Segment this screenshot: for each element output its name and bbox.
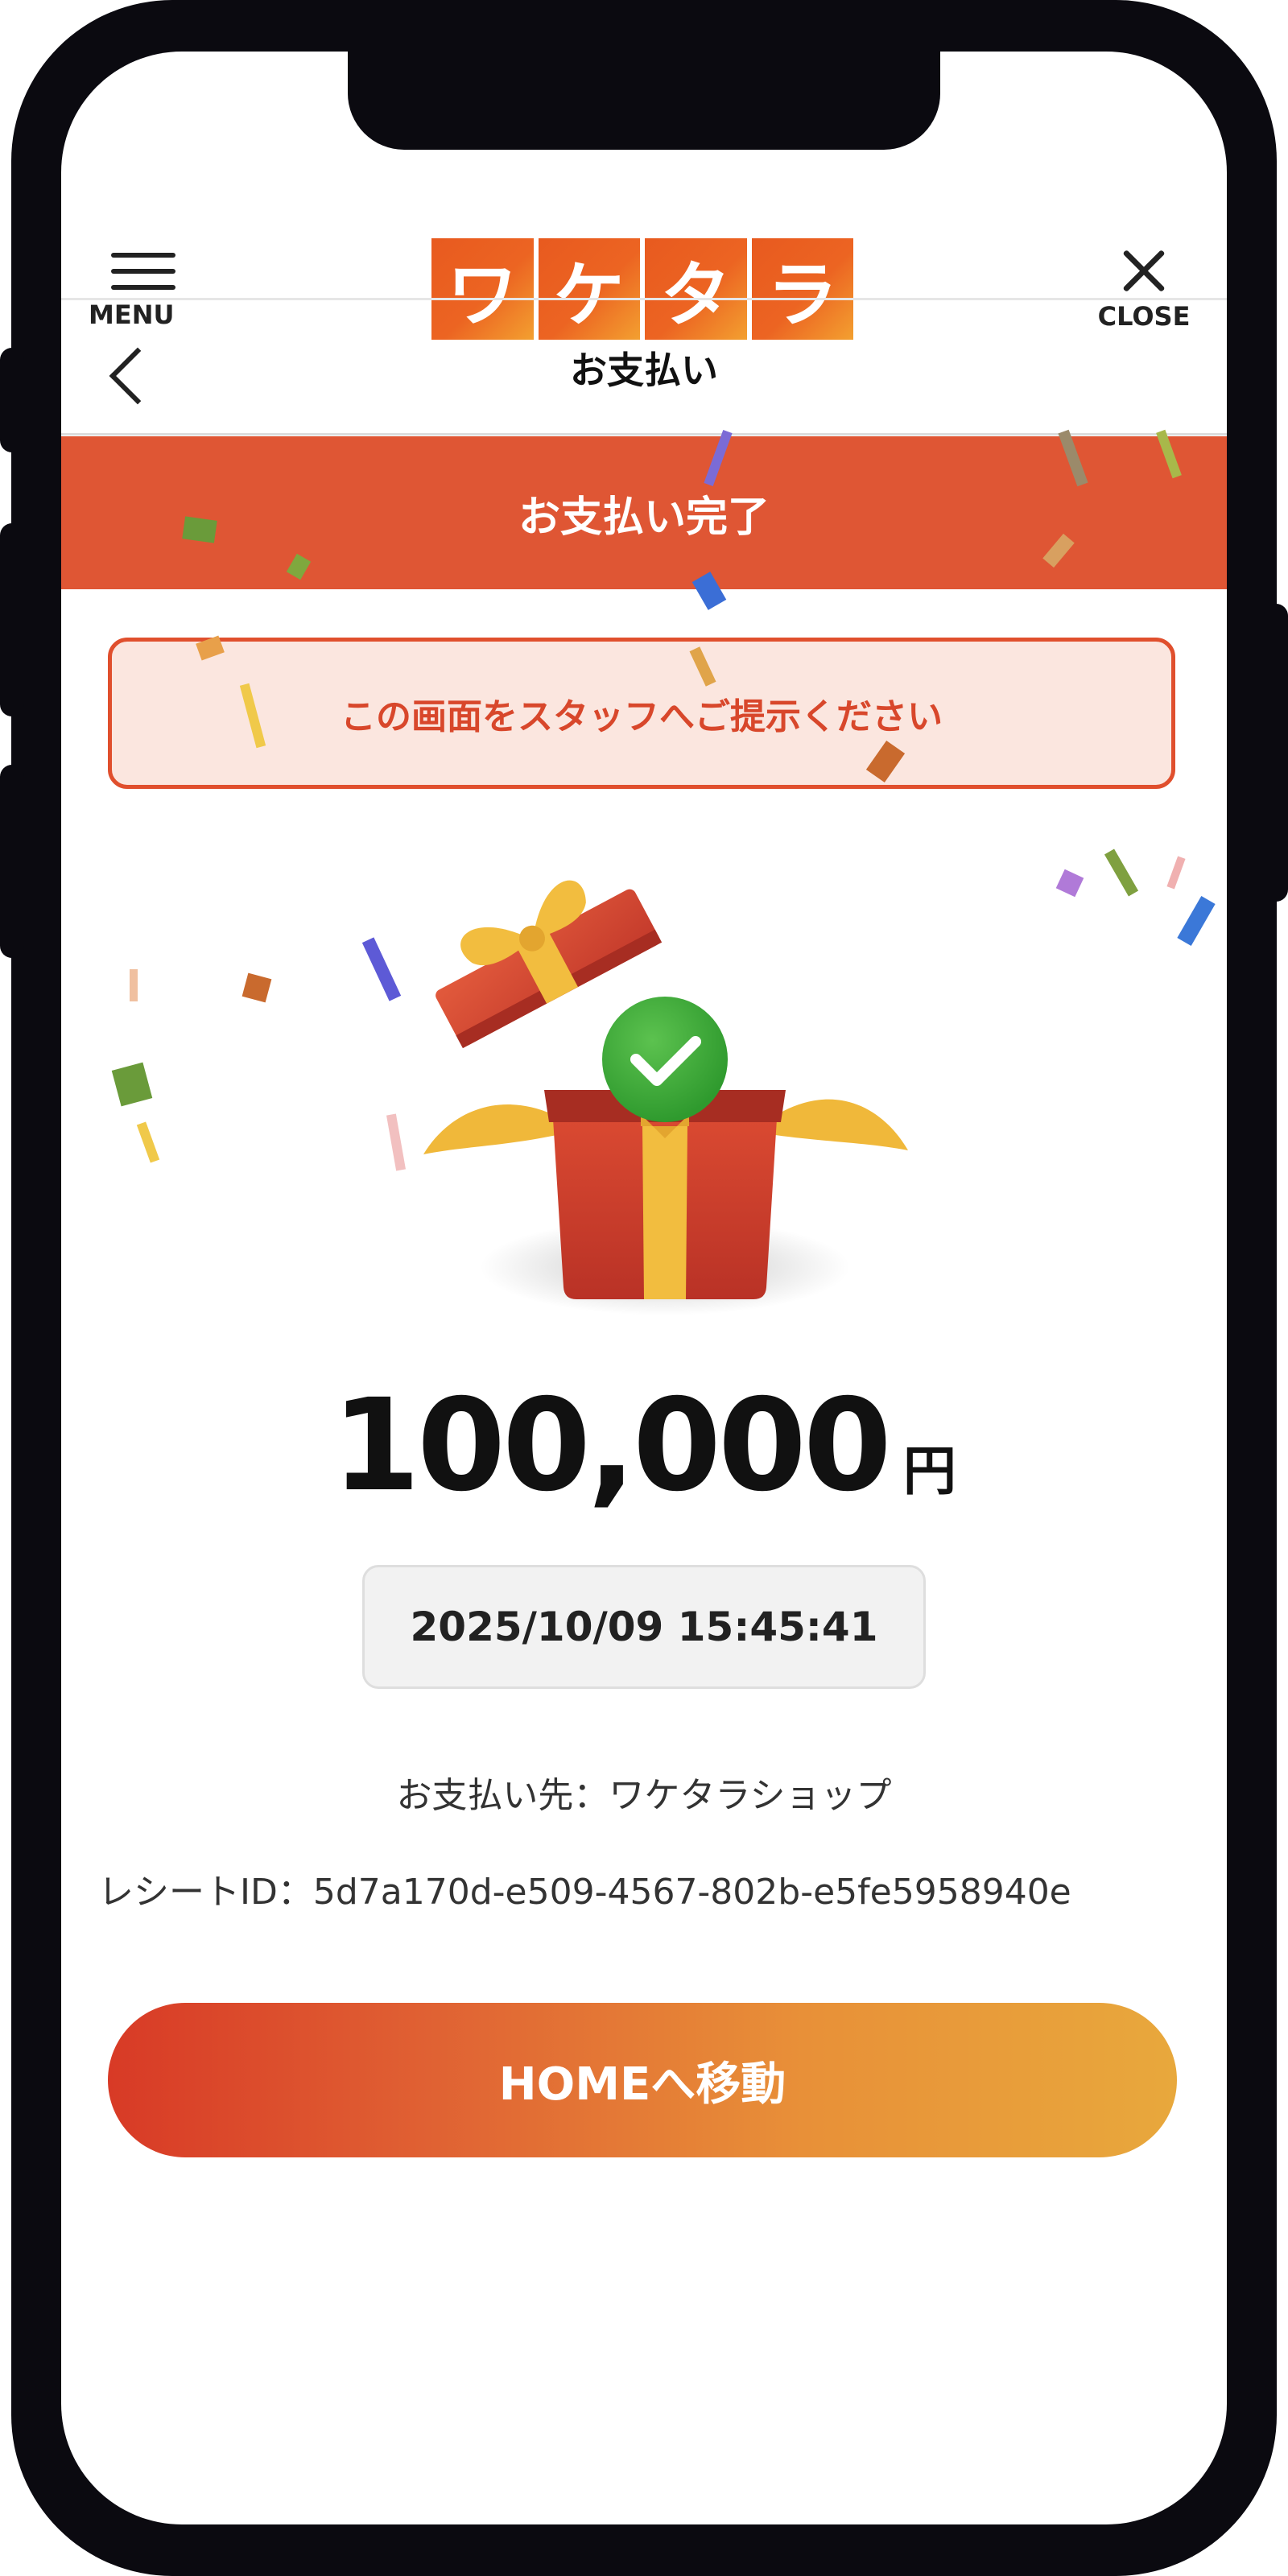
receipt-id: レシートID：5d7a170d-e509-4567-802b-e5fe59589…: [98, 1872, 1071, 1913]
menu-label: MENU: [89, 299, 175, 330]
payment-amount: 100,000 円: [61, 1372, 1227, 1520]
amount-value: 100,000: [332, 1372, 892, 1520]
app-header: MENU ワ ケ タ ラ CLOSE: [61, 180, 1227, 351]
logo-char: ラ: [751, 238, 853, 340]
close-button[interactable]: CLOSE: [1084, 246, 1204, 335]
hamburger-icon: [111, 253, 175, 301]
logo-char: ワ: [431, 238, 534, 340]
amount-unit: 円: [902, 1440, 956, 1502]
page-title: お支払い: [570, 349, 718, 392]
header-divider: [61, 298, 1227, 300]
brand-logo: ワ ケ タ ラ: [431, 238, 853, 340]
volume-up-button: [0, 523, 24, 716]
logo-char: ケ: [538, 238, 640, 340]
show-staff-notice: この画面をスタッフへご提示ください: [108, 638, 1175, 789]
close-icon: [1120, 246, 1168, 295]
volume-down-button: [0, 765, 24, 958]
payment-complete-banner: お支払い完了: [61, 436, 1227, 589]
device-notch: [348, 52, 940, 150]
gift-box-illustration: [423, 880, 908, 1315]
logo-char: タ: [645, 238, 747, 340]
close-label: CLOSE: [1097, 301, 1191, 332]
power-button: [1264, 604, 1288, 902]
home-button[interactable]: HOMEへ移動: [108, 2003, 1177, 2157]
payee-info: お支払い先：ワケタラショップ: [396, 1775, 892, 1816]
subnav-divider: [61, 433, 1227, 436]
app-screen: MENU ワ ケ タ ラ CLOSE お支払い お支払い完了 この画面をスタッフ…: [61, 52, 1227, 2524]
payment-datetime: 2025/10/09 15:45:41: [362, 1565, 926, 1689]
menu-button[interactable]: MENU: [89, 253, 177, 333]
silent-switch: [0, 348, 24, 452]
